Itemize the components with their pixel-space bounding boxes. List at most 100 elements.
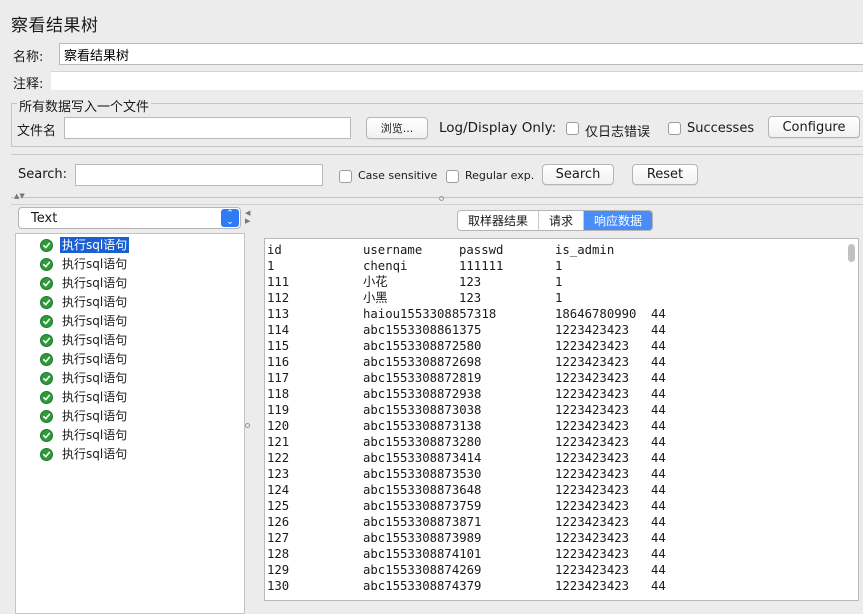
response-cell: abc1553308873138 — [363, 419, 482, 433]
response-cell: 1 — [267, 259, 275, 273]
response-cell: abc1553308872698 — [363, 355, 482, 369]
search-input[interactable] — [75, 164, 323, 186]
tree-item[interactable]: 执行sql语句 — [40, 293, 129, 311]
tree-item[interactable]: 执行sql语句 — [40, 236, 130, 254]
configure-button[interactable]: Configure — [768, 116, 860, 138]
tree-item-label: 执行sql语句 — [62, 371, 128, 385]
response-cell: 44 — [651, 499, 666, 513]
tree-item[interactable]: 执行sql语句 — [40, 369, 129, 387]
response-scrollbar[interactable] — [847, 242, 855, 597]
tab-2[interactable]: 响应数据 — [584, 211, 653, 230]
response-cell: 44 — [651, 403, 666, 417]
tree-item[interactable]: 执行sql语句 — [40, 388, 129, 406]
tree-item-label: 执行sql语句 — [62, 447, 128, 461]
reset-button[interactable]: Reset — [632, 164, 698, 185]
response-cell: 111111 — [459, 259, 504, 273]
browse-button[interactable]: 浏览... — [366, 117, 428, 139]
tree-item-label: 执行sql语句 — [62, 333, 128, 347]
name-label: 名称: — [13, 50, 44, 65]
response-cell: abc1553308872580 — [363, 339, 482, 353]
divider-grip-icon[interactable] — [439, 196, 444, 201]
response-cell: 113 — [267, 307, 290, 321]
response-cell: 1223423423 — [555, 387, 630, 401]
response-text-area[interactable]: id username passwd is_admin 1 chenqi 111111 1 11… — [264, 238, 859, 601]
response-cell: 128 — [267, 547, 290, 561]
successes-checkbox[interactable] — [668, 122, 681, 135]
success-check-icon — [40, 428, 53, 442]
renderer-select[interactable]: Text ⌃ ⌄ — [18, 207, 241, 229]
response-cell: chenqi — [363, 259, 408, 273]
response-cell: 44 — [651, 339, 666, 353]
response-cell: 44 — [651, 355, 666, 369]
search-button[interactable]: Search — [542, 164, 614, 185]
filename-input[interactable] — [64, 117, 351, 139]
tree-item-label: 执行sql语句 — [60, 237, 130, 253]
comment-label: 注释: — [13, 77, 44, 92]
response-cell: 1223423423 — [555, 403, 630, 417]
response-cell: 1223423423 — [555, 419, 630, 433]
response-cell: abc1553308873759 — [363, 499, 482, 513]
page-title: 察看结果树 — [11, 16, 99, 36]
response-cell: 44 — [651, 515, 666, 529]
response-cell: 1 — [555, 275, 563, 289]
response-cell: abc1553308872819 — [363, 371, 482, 385]
splitter-arrows-icon[interactable]: ◀ ▶ — [245, 209, 250, 225]
scroll-thumb[interactable] — [848, 244, 855, 262]
tree-item[interactable]: 执行sql语句 — [40, 255, 129, 273]
response-cell: 1223423423 — [555, 323, 630, 337]
case-sensitive-label: Case sensitive — [358, 169, 438, 182]
response-cell: 1223423423 — [555, 371, 630, 385]
response-cell: 小黑 — [363, 291, 388, 305]
splitter-grip-icon[interactable] — [245, 423, 250, 428]
successes-label: Successes — [687, 121, 755, 136]
response-cell: abc1553308873414 — [363, 451, 482, 465]
response-cell: 1 — [555, 259, 563, 273]
tree-item[interactable]: 执行sql语句 — [40, 350, 129, 368]
tree-item[interactable]: 执行sql语句 — [40, 407, 129, 425]
tree-item-label: 执行sql语句 — [62, 295, 128, 309]
tree-item-label: 执行sql语句 — [62, 257, 128, 271]
response-cell: abc1553308873280 — [363, 435, 482, 449]
tree-item[interactable]: 执行sql语句 — [40, 274, 129, 292]
vertical-splitter[interactable]: ◀ ▶ — [245, 205, 252, 614]
response-cell: abc1553308861375 — [363, 323, 482, 337]
tree-item[interactable]: 执行sql语句 — [40, 445, 129, 463]
response-column-header: id — [267, 243, 282, 257]
name-input[interactable] — [59, 43, 863, 65]
response-cell: 123 — [459, 275, 482, 289]
tree-item-label: 执行sql语句 — [62, 390, 128, 404]
tree-item[interactable]: 执行sql语句 — [40, 312, 129, 330]
success-check-icon — [40, 276, 53, 290]
result-tree[interactable]: 执行sql语句 执行sql语句 执行sql语句 执行sql语句 执行sql语句 执行sql… — [15, 233, 245, 614]
tab-1[interactable]: 请求 — [539, 211, 585, 230]
tree-item[interactable]: 执行sql语句 — [40, 426, 129, 444]
response-cell: 44 — [651, 563, 666, 577]
log-display-label: Log/Display Only: — [439, 120, 557, 136]
response-cell: 44 — [651, 531, 666, 545]
response-cell: abc1553308873989 — [363, 531, 482, 545]
response-cell: 1223423423 — [555, 339, 630, 353]
success-check-icon — [40, 238, 53, 252]
response-cell: 44 — [651, 371, 666, 385]
collapse-arrows-icon[interactable]: ▲▼ — [14, 192, 25, 200]
response-cell: 124 — [267, 483, 290, 497]
tab-0[interactable]: 取样器结果 — [458, 211, 540, 230]
response-cell: 44 — [651, 547, 666, 561]
response-column-header: username — [363, 243, 423, 257]
success-check-icon — [40, 295, 53, 309]
errors-only-checkbox[interactable] — [566, 122, 579, 135]
split-divider[interactable] — [11, 197, 863, 198]
response-cell: 126 — [267, 515, 290, 529]
tree-item-label: 执行sql语句 — [62, 428, 128, 442]
response-cell: 119 — [267, 403, 290, 417]
response-cell: 115 — [267, 339, 290, 353]
success-check-icon — [40, 371, 53, 385]
case-sensitive-checkbox[interactable] — [339, 170, 352, 183]
response-cell: abc1553308873871 — [363, 515, 482, 529]
regex-checkbox[interactable] — [446, 170, 459, 183]
file-group-title: 所有数据写入一个文件 — [17, 96, 152, 115]
response-cell: 44 — [651, 419, 666, 433]
comment-input[interactable] — [51, 71, 863, 90]
response-cell: 127 — [267, 531, 290, 545]
tree-item[interactable]: 执行sql语句 — [40, 331, 129, 349]
